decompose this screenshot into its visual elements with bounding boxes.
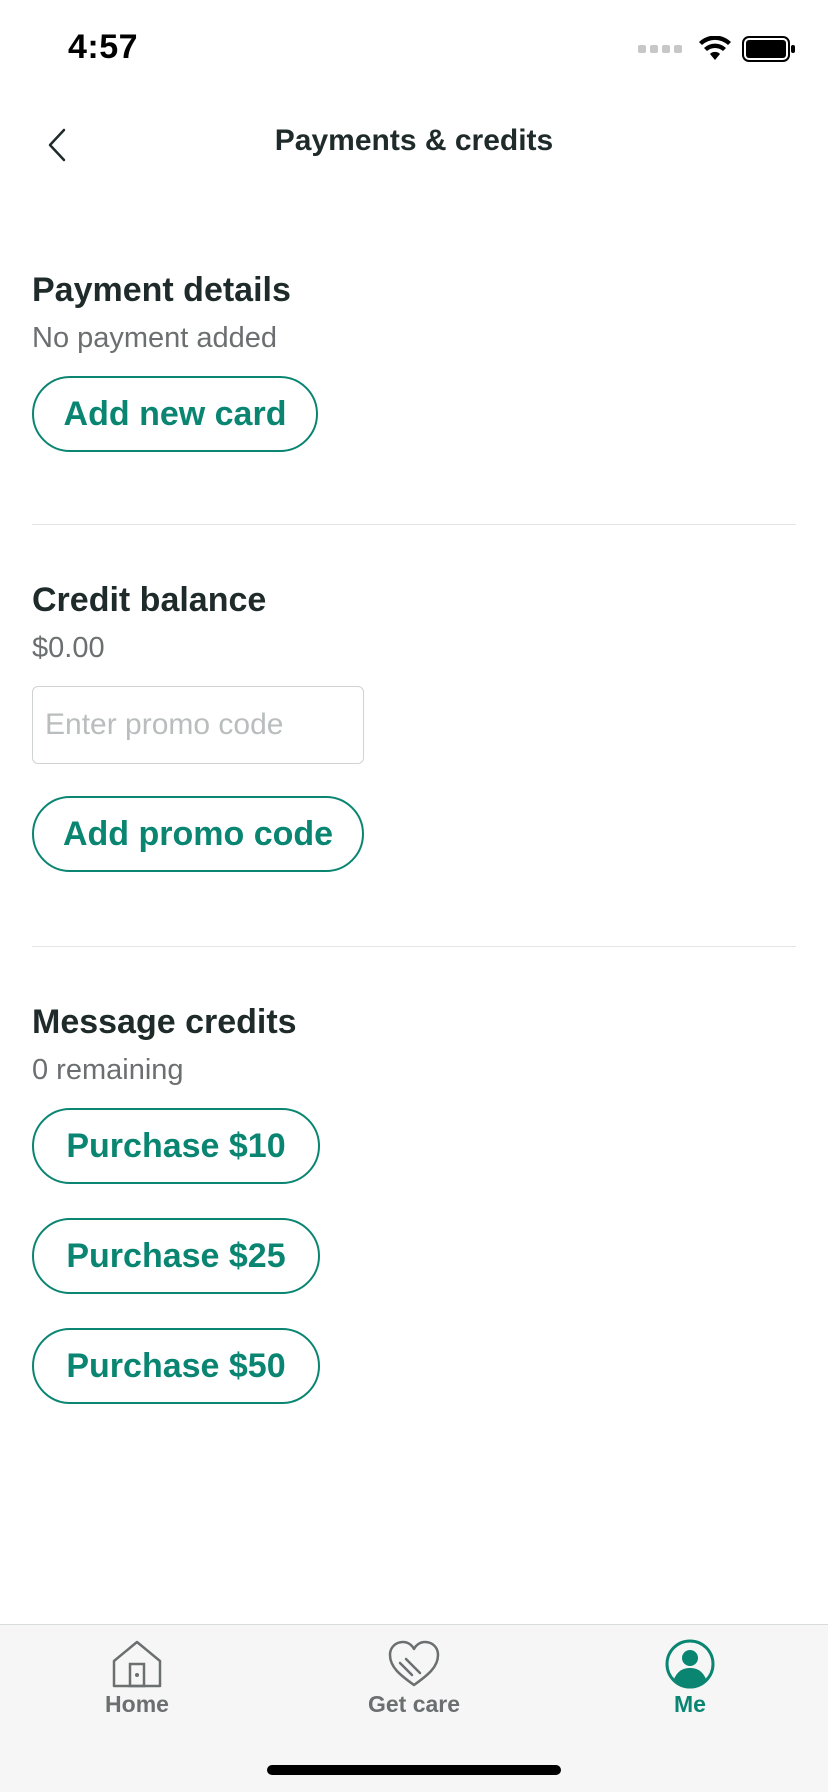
page-title: Payments & credits — [274, 124, 554, 157]
purchase-10-button[interactable]: Purchase $10 — [32, 1108, 320, 1184]
message-credits-title: Message credits — [32, 1003, 297, 1041]
promo-code-input[interactable] — [32, 686, 364, 764]
tab-get-care[interactable]: Get care — [324, 1639, 504, 1718]
purchase-50-button[interactable]: Purchase $50 — [32, 1328, 320, 1404]
status-time: 4:57 — [68, 28, 139, 66]
status-bar: 4:57 — [0, 0, 828, 100]
message-credits-section: Message credits 0 remaining Purchase $10… — [32, 1000, 796, 1404]
credit-balance-title: Credit balance — [32, 581, 267, 619]
add-promo-code-button[interactable]: Add promo code — [32, 796, 364, 872]
message-credits-remaining: 0 remaining — [32, 1054, 184, 1086]
status-icons — [638, 36, 796, 62]
payment-status-text: No payment added — [32, 322, 278, 354]
tab-home-label: Home — [105, 1691, 169, 1717]
tab-home[interactable]: Home — [47, 1639, 227, 1718]
payment-details-title: Payment details — [32, 271, 291, 309]
home-indicator — [267, 1765, 561, 1775]
purchase-25-button[interactable]: Purchase $25 — [32, 1218, 320, 1294]
wifi-icon — [699, 36, 731, 60]
payments-credits-screen: 4:57 Payments & credits Payment details … — [0, 0, 828, 1792]
payment-details-section: Payment details No payment added Add new… — [32, 268, 796, 452]
heart-hands-icon — [388, 1640, 440, 1687]
tab-get-care-label: Get care — [367, 1691, 461, 1717]
credit-balance-amount: $0.00 — [32, 632, 105, 664]
battery-icon — [742, 36, 795, 62]
tab-me[interactable]: Me — [600, 1639, 780, 1718]
add-new-card-button[interactable]: Add new card — [32, 376, 318, 452]
credit-balance-section: Credit balance $0.00 Add promo code — [32, 578, 796, 872]
navigation-bar: Payments & credits — [0, 100, 828, 190]
divider — [32, 524, 796, 525]
divider — [32, 946, 796, 947]
user-icon — [665, 1639, 715, 1689]
tab-me-label: Me — [674, 1691, 706, 1717]
home-icon — [112, 1640, 162, 1688]
cellular-signal-icon — [638, 45, 682, 53]
